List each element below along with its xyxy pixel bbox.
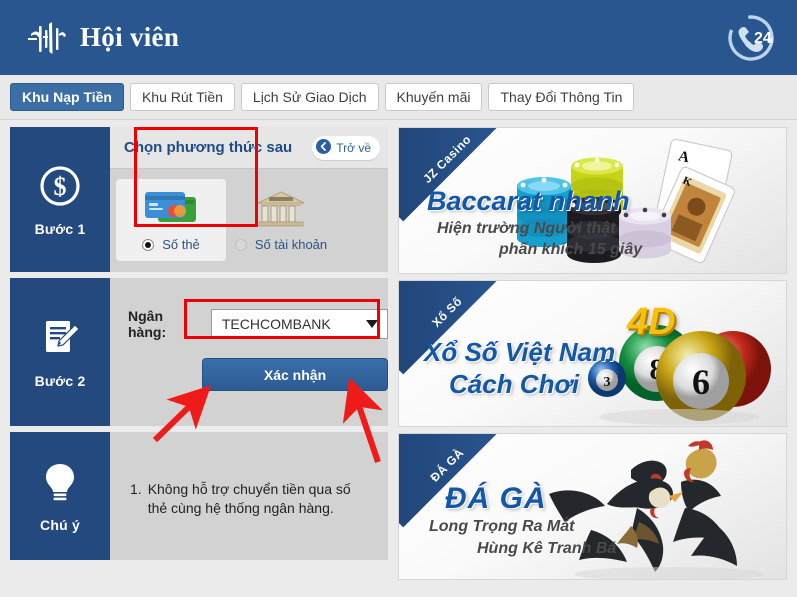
tab-thay-doi-thong-tin[interactable]: Thay Đổi Thông Tin	[488, 83, 635, 111]
step2-label: Bước 2	[34, 373, 86, 389]
radio-so-tai-khoan[interactable]	[234, 238, 247, 251]
chevron-left-circle-icon	[316, 138, 332, 157]
step1-side: $ Bước 1	[10, 127, 110, 272]
bank-building-icon	[253, 185, 309, 233]
svg-text:3: 3	[604, 375, 611, 390]
banner-title: Baccarat nhanh	[427, 186, 630, 216]
page-root: Hội viên 24 н Khu Nạp Tiền Khu Rút Tiền …	[0, 0, 797, 597]
step2-side: Bước 2	[10, 278, 110, 426]
back-button-label: Trở về	[336, 140, 371, 155]
banner-subtitle-2: phấn khích 15 giây	[499, 241, 643, 258]
page-title: Hội viên	[80, 22, 180, 52]
step1-body: Chọn phương thức sau Trở về Số thẻ Số tà…	[110, 127, 388, 272]
step2-body: Ngân hàng: TECHCOMBANK Xác nhận	[110, 278, 388, 426]
brand-logo-icon	[22, 13, 72, 63]
note-label: Chú ý	[40, 517, 80, 533]
dollar-coin-icon: $	[37, 163, 83, 214]
highlight-box-payment-method	[134, 127, 258, 227]
banner-lottery[interactable]: 8 6 3 Xổ Số 4D Xổ Số Việt Nam Cách Chơi	[398, 280, 787, 427]
banner-baccarat[interactable]: A K JZ Casino Baccarat nhanh Hiện trường…	[398, 127, 787, 274]
note-body: 1. Không hỗ trợ chuyển tiền qua số thẻ c…	[110, 432, 388, 560]
note-list-item: 1. Không hỗ trợ chuyển tiền qua số thẻ c…	[130, 480, 374, 518]
note-side: Chú ý	[10, 432, 110, 560]
banner-badge-4d: 4D	[627, 301, 676, 343]
tab-khuyen-mai[interactable]: Khuyến mãi	[384, 83, 483, 111]
banner-title-line1: Xổ Số Việt Nam	[424, 337, 616, 367]
option-so-tai-khoan-row: Số tài khoản	[234, 237, 328, 252]
note-item-text: Không hỗ trợ chuyển tiền qua số thẻ cùng…	[147, 481, 351, 516]
page-header: Hội viên 24 н	[0, 0, 797, 75]
promo-banner-column: A K JZ Casino Baccarat nhanh Hiện trường…	[398, 127, 787, 586]
svg-text:$: $	[54, 172, 67, 201]
phone-24h-icon[interactable]: 24 н	[725, 12, 777, 64]
banner-subtitle-2: Hùng Kê Tranh Bá	[477, 540, 617, 557]
svg-text:6: 6	[692, 362, 710, 402]
main-tabbar: Khu Nạp Tiền Khu Rút Tiền Lịch Sử Giao D…	[0, 75, 797, 120]
note-block: Chú ý 1. Không hỗ trợ chuyển tiền qua số…	[10, 432, 388, 560]
banner-subtitle-1: Hiện trường Người thật	[437, 220, 616, 237]
banner-title-line2: Cách Chơi	[449, 369, 580, 399]
step2-block: Bước 2 Ngân hàng: TECHCOMBANK Xác nhận	[10, 278, 388, 426]
radio-so-the[interactable]	[142, 238, 155, 251]
deposit-form-column: $ Bước 1 Chọn phương thức sau Trở về Số …	[10, 127, 388, 566]
tab-lich-su-giao-dich[interactable]: Lịch Sử Giao Dịch	[240, 83, 379, 111]
banner-title: ĐÁ GÀ	[445, 482, 547, 515]
banner-subtitle-1: Long Trọng Ra Mắt	[429, 518, 575, 535]
tab-khu-nap-tien[interactable]: Khu Nạp Tiền	[10, 83, 124, 111]
back-button[interactable]: Trở về	[312, 135, 380, 160]
note-item-number: 1.	[130, 481, 142, 497]
banner-cockfight[interactable]: ĐÁ GÀ ĐÁ GÀ Long Trọng Ra Mắt Hùng Kê Tr…	[398, 433, 787, 580]
step1-label: Bước 1	[34, 220, 86, 237]
main-content: $ Bước 1 Chọn phương thức sau Trở về Số …	[0, 121, 797, 597]
svg-text:н: н	[767, 35, 773, 46]
option-so-tai-khoan-label: Số tài khoản	[254, 237, 328, 252]
tab-khu-rut-tien[interactable]: Khu Rút Tiền	[129, 83, 235, 111]
option-so-the-label: Số thẻ	[162, 237, 200, 252]
highlight-box-bank-select	[184, 299, 380, 339]
confirm-button[interactable]: Xác nhận	[202, 358, 388, 391]
lightbulb-icon	[37, 459, 83, 510]
step1-block: $ Bước 1 Chọn phương thức sau Trở về Số …	[10, 127, 388, 272]
option-so-the-row: Số thẻ	[142, 237, 200, 252]
document-pencil-icon	[37, 315, 83, 366]
